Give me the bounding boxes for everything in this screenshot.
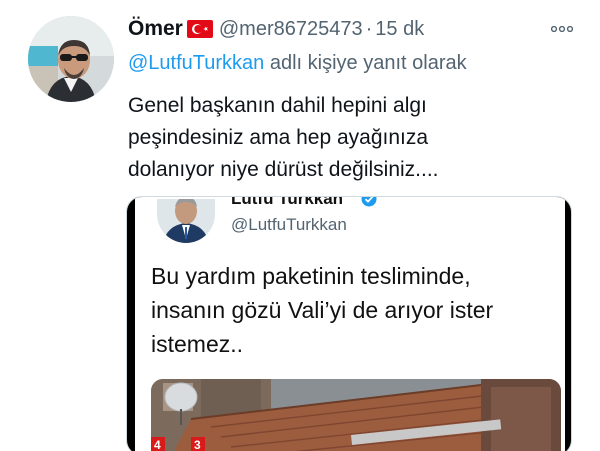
tweet-header: Ömer @mer86725473 · 15 dk xyxy=(128,14,580,44)
quoted-author-handle: @LutfuTurkkan xyxy=(231,215,347,234)
reply-context: @LutfuTurkkan adlı kişiye yanıt olarak xyxy=(128,52,467,75)
quoted-text-line: Bu yardım paketinin tesliminde, xyxy=(151,263,471,289)
quoted-author-name: Lutfu Turkkan xyxy=(231,196,344,208)
screenshot-image: Lutfu Turkkan @LutfuTurkkan Bu yardım pa… xyxy=(135,197,565,451)
turkey-flag-icon xyxy=(186,20,213,38)
author-name[interactable]: Ömer xyxy=(128,17,183,41)
tweet-text-line: dolanıyor niye dürüst değilsiniz.... xyxy=(128,158,439,181)
quoted-text-line: insanın gözü Vali’yi de arıyor ister xyxy=(151,297,494,323)
tweet-text: Genel başkanın dahil hepini algı peşinde… xyxy=(128,90,568,186)
tweet-text-line: Genel başkanın dahil hepini algı xyxy=(128,94,427,117)
verified-badge-icon xyxy=(361,197,377,207)
quoted-avatar xyxy=(157,199,215,243)
separator-dot: · xyxy=(365,17,373,40)
avatar[interactable] xyxy=(28,16,114,102)
quoted-text: Bu yardım paketinin tesliminde, insanın … xyxy=(151,259,561,361)
reply-mention-link[interactable]: @LutfuTurkkan xyxy=(128,52,264,74)
timestamp[interactable]: 15 dk xyxy=(375,18,424,41)
author-handle[interactable]: @mer86725473 xyxy=(219,18,363,41)
tweet[interactable]: Ömer @mer86725473 · 15 dk @LutfuTurkkan … xyxy=(0,0,600,451)
quoted-text-line: istemez.. xyxy=(151,331,244,357)
reply-suffix: adlı kişiye yanıt olarak xyxy=(264,52,467,74)
more-options-icon[interactable] xyxy=(548,16,576,42)
tweet-text-line: peşindesiniz ama hep ayağınıza xyxy=(128,126,429,149)
photo-channel-label: 3 xyxy=(194,438,201,451)
attached-image[interactable]: Lutfu Turkkan @LutfuTurkkan Bu yardım pa… xyxy=(126,196,572,451)
photo-channel-label: 4 xyxy=(154,438,161,451)
rooftop-photo: 4 3 xyxy=(151,379,561,451)
